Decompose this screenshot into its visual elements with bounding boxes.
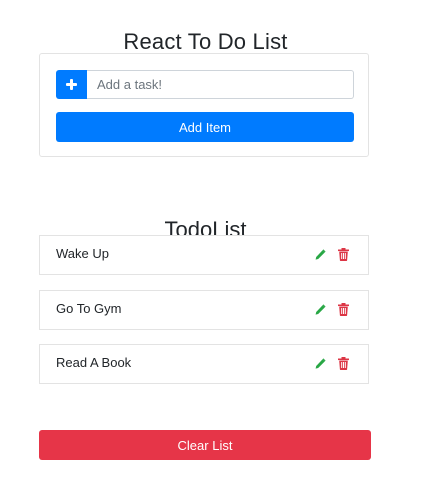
pencil-icon[interactable] — [314, 304, 326, 316]
todo-item: Go To Gym — [39, 290, 369, 330]
add-item-button[interactable]: Add Item — [56, 112, 354, 142]
trash-icon[interactable] — [338, 303, 349, 316]
app-title: React To Do List — [123, 28, 288, 54]
trash-icon[interactable] — [338, 357, 349, 370]
trash-icon[interactable] — [338, 248, 349, 261]
todo-item: Read A Book — [39, 344, 369, 384]
add-task-input-group — [56, 70, 354, 99]
pencil-icon[interactable] — [314, 358, 326, 370]
todo-item-text: Go To Gym — [56, 301, 122, 316]
plus-icon — [66, 79, 77, 90]
clear-list-button[interactable]: Clear List — [39, 430, 371, 460]
todo-item: Wake Up — [39, 235, 369, 275]
pencil-icon[interactable] — [314, 249, 326, 261]
add-task-card: Add Item — [39, 53, 369, 157]
todo-item-text: Read A Book — [56, 355, 132, 370]
add-task-icon-button[interactable] — [56, 70, 87, 99]
todo-item-text: Wake Up — [56, 246, 109, 261]
task-input[interactable] — [87, 70, 354, 99]
